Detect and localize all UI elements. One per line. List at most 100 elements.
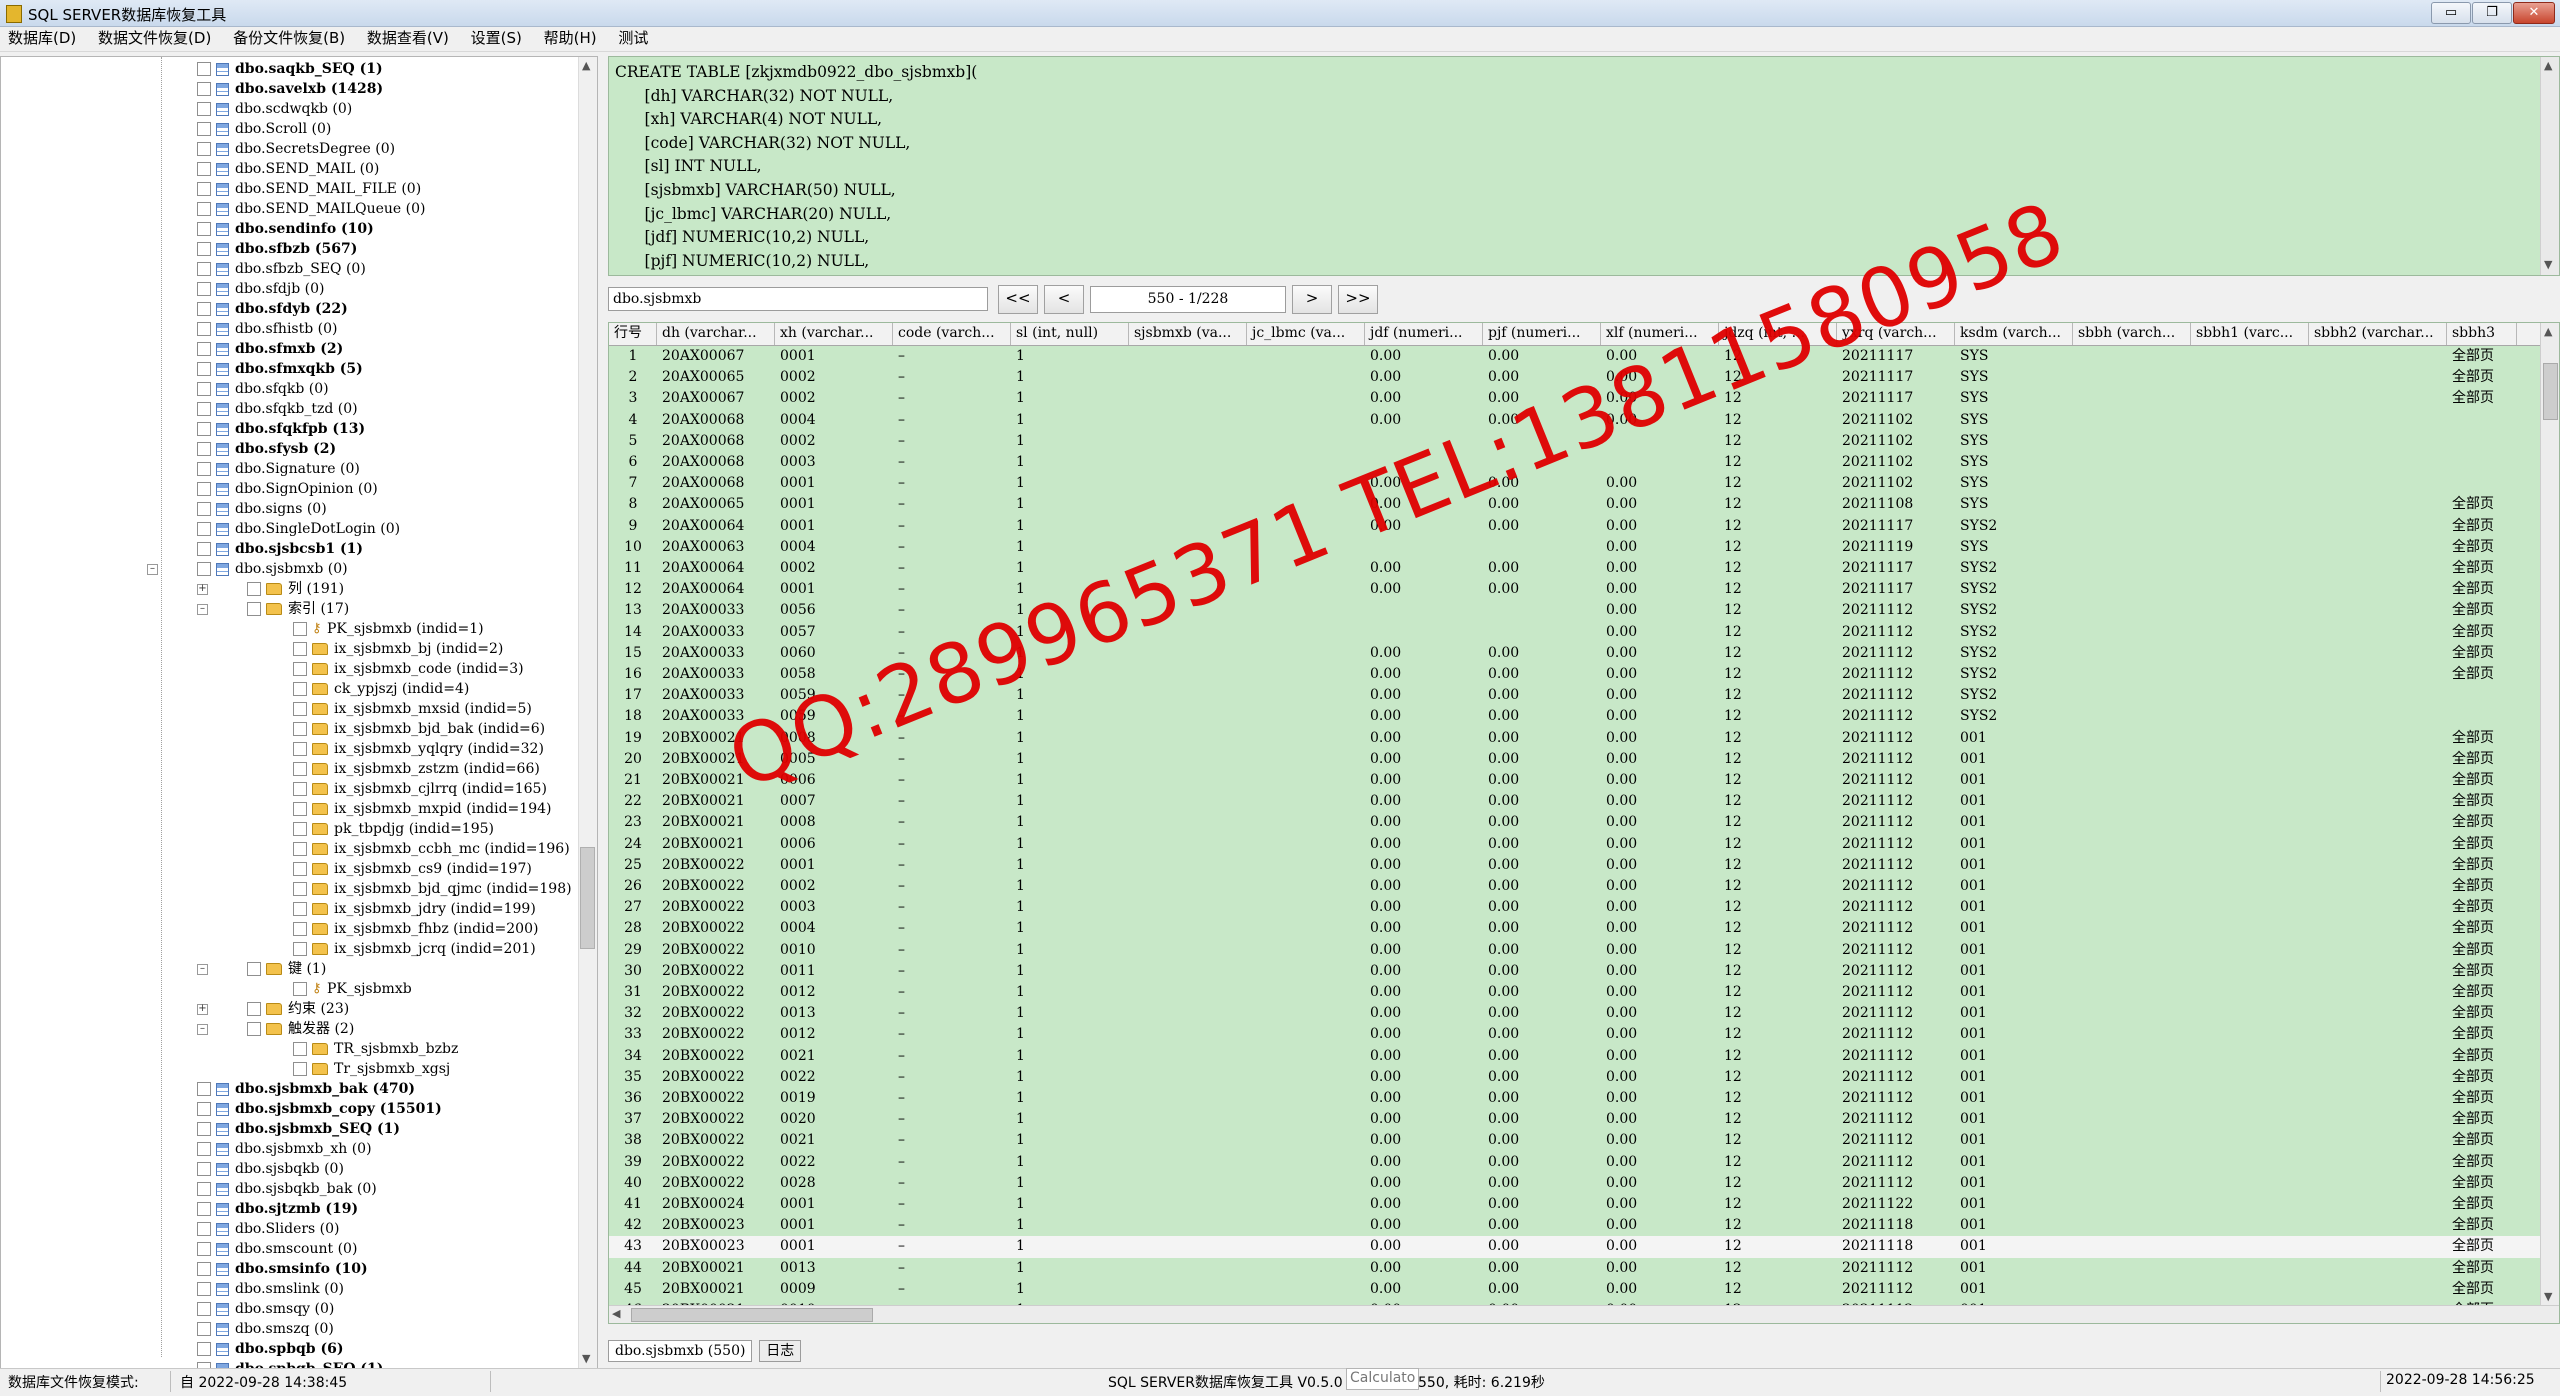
table-cell[interactable]: 全部页 <box>2447 346 2517 367</box>
table-cell[interactable] <box>1247 1046 1365 1067</box>
table-cell[interactable]: – <box>893 388 1011 409</box>
table-cell[interactable] <box>2309 812 2447 833</box>
table-cell[interactable] <box>2309 1152 2447 1173</box>
table-cell[interactable]: 20BX00024 <box>657 1194 775 1215</box>
column-header[interactable]: sbbh2 (varchar... <box>2309 323 2447 345</box>
table-cell[interactable]: 0.00 <box>1365 749 1483 770</box>
table-cell[interactable]: 0.00 <box>1483 728 1601 749</box>
table-cell[interactable]: 全部页 <box>2447 1152 2517 1173</box>
collapse-icon[interactable]: – <box>197 1024 208 1035</box>
table-cell[interactable] <box>1129 961 1247 982</box>
tree-index-item[interactable]: ix_sjsbmxb_bjd_qjmc (indid=198) <box>293 879 572 899</box>
tree-trigger-folder[interactable]: 触发器 (2) <box>247 1019 354 1039</box>
table-cell[interactable]: 1 <box>1011 897 1129 918</box>
row-number-cell[interactable]: 36 <box>609 1088 657 1109</box>
collapse-icon[interactable]: – <box>147 564 158 575</box>
table-cell[interactable]: 20211112 <box>1837 622 1955 643</box>
node-checkbox[interactable] <box>197 362 211 376</box>
table-cell[interactable]: 0.00 <box>1483 558 1601 579</box>
table-cell[interactable] <box>2073 685 2191 706</box>
table-cell[interactable]: 12 <box>1719 855 1837 876</box>
table-cell[interactable]: 0.00 <box>1483 1067 1601 1088</box>
table-cell[interactable]: 0010 <box>775 940 893 961</box>
row-number-cell[interactable]: 3 <box>609 388 657 409</box>
table-cell[interactable] <box>2191 876 2309 897</box>
table-cell[interactable] <box>2191 1258 2309 1279</box>
table-cell[interactable]: 0.00 <box>1601 706 1719 727</box>
tree-table-item[interactable]: dbo.scdwqkb (0) <box>197 99 352 119</box>
row-number-cell[interactable]: 35 <box>609 1067 657 1088</box>
table-cell[interactable] <box>1129 388 1247 409</box>
table-cell[interactable] <box>2309 728 2447 749</box>
column-header[interactable]: pjf (numeri... <box>1483 323 1601 345</box>
table-cell[interactable] <box>2073 537 2191 558</box>
table-cell[interactable] <box>1247 961 1365 982</box>
table-cell[interactable]: SYS2 <box>1955 664 2073 685</box>
table-cell[interactable]: SYS2 <box>1955 643 2073 664</box>
table-cell[interactable]: 20211112 <box>1837 876 1955 897</box>
table-cell[interactable]: 0007 <box>775 791 893 812</box>
table-cell[interactable]: – <box>893 579 1011 600</box>
tree-table-item[interactable]: dbo.saqkb_SEQ (1) <box>197 59 383 79</box>
table-cell[interactable]: 0.00 <box>1601 982 1719 1003</box>
table-cell[interactable]: 0.00 <box>1483 1173 1601 1194</box>
table-cell[interactable]: 0002 <box>775 876 893 897</box>
table-cell[interactable]: 0.00 <box>1601 961 1719 982</box>
tree-index-item[interactable]: ix_sjsbmxb_mxsid (indid=5) <box>293 699 532 719</box>
table-cell[interactable]: 20211112 <box>1837 600 1955 621</box>
table-cell[interactable] <box>2191 791 2309 812</box>
table-cell[interactable] <box>1247 812 1365 833</box>
table-cell[interactable]: 0001 <box>775 473 893 494</box>
node-checkbox[interactable] <box>293 1062 307 1076</box>
table-row[interactable]: 37 20BX00022 0020–1 0.00 0.00 0.00 12 20211112 0… <box>609 1109 2559 1130</box>
table-cell[interactable] <box>1129 1194 1247 1215</box>
table-cell[interactable]: 1 <box>1011 834 1129 855</box>
table-cell[interactable]: 1 <box>1011 876 1129 897</box>
table-cell[interactable]: 0.00 <box>1365 579 1483 600</box>
table-cell[interactable]: 20AX00064 <box>657 516 775 537</box>
table-cell[interactable]: 20211108 <box>1837 494 1955 515</box>
row-number-cell[interactable]: 15 <box>609 643 657 664</box>
table-cell[interactable]: 0.00 <box>1365 1067 1483 1088</box>
scroll-up-icon[interactable]: ▲ <box>582 59 590 72</box>
table-row[interactable]: 1 20AX00067 0001–1 0.00 0.00 0.00 12 20211117 SY… <box>609 346 2559 367</box>
table-cell[interactable]: 0.00 <box>1483 876 1601 897</box>
table-cell[interactable] <box>2073 1024 2191 1045</box>
table-cell[interactable]: 0.00 <box>1365 1173 1483 1194</box>
table-cell[interactable]: – <box>893 1236 1011 1257</box>
table-cell[interactable]: 0012 <box>775 982 893 1003</box>
table-cell[interactable] <box>2191 749 2309 770</box>
table-cell[interactable]: 全部页 <box>2447 622 2517 643</box>
node-checkbox[interactable] <box>197 1302 211 1316</box>
table-cell[interactable]: 12 <box>1719 749 1837 770</box>
table-cell[interactable] <box>2073 473 2191 494</box>
table-cell[interactable]: – <box>893 940 1011 961</box>
table-cell[interactable]: 0.00 <box>1365 728 1483 749</box>
table-cell[interactable]: 12 <box>1719 1067 1837 1088</box>
node-checkbox[interactable] <box>197 1162 211 1176</box>
table-cell[interactable]: 全部页 <box>2447 1194 2517 1215</box>
table-cell[interactable] <box>2073 1236 2191 1257</box>
tree-table-item[interactable]: dbo.sfqkb_tzd (0) <box>197 399 358 419</box>
table-cell[interactable] <box>1247 876 1365 897</box>
tree-table-item[interactable]: dbo.sfmxb (2) <box>197 339 343 359</box>
node-checkbox[interactable] <box>247 582 261 596</box>
tree-table-item[interactable]: dbo.sfqkb (0) <box>197 379 329 399</box>
table-cell[interactable]: 全部页 <box>2447 537 2517 558</box>
table-cell[interactable]: 20211112 <box>1837 1024 1955 1045</box>
table-cell[interactable] <box>1129 1279 1247 1300</box>
row-number-cell[interactable]: 38 <box>609 1130 657 1151</box>
table-cell[interactable]: 12 <box>1719 1194 1837 1215</box>
row-number-cell[interactable]: 32 <box>609 1003 657 1024</box>
tree-table-item[interactable]: dbo.sfysb (2) <box>197 439 336 459</box>
table-cell[interactable]: 001 <box>1955 770 2073 791</box>
table-cell[interactable]: 1 <box>1011 473 1129 494</box>
table-cell[interactable]: 12 <box>1719 728 1837 749</box>
table-row[interactable]: 39 20BX00022 0022–1 0.00 0.00 0.00 12 20211112 0… <box>609 1152 2559 1173</box>
menu-test[interactable]: 测试 <box>610 27 648 50</box>
table-cell[interactable]: 0.00 <box>1365 1024 1483 1045</box>
table-row[interactable]: 29 20BX00022 0010–1 0.00 0.00 0.00 12 20211112 0… <box>609 940 2559 961</box>
table-cell[interactable]: 12 <box>1719 1258 1837 1279</box>
table-cell[interactable]: 全部页 <box>2447 1279 2517 1300</box>
table-cell[interactable]: 20BX00022 <box>657 1003 775 1024</box>
